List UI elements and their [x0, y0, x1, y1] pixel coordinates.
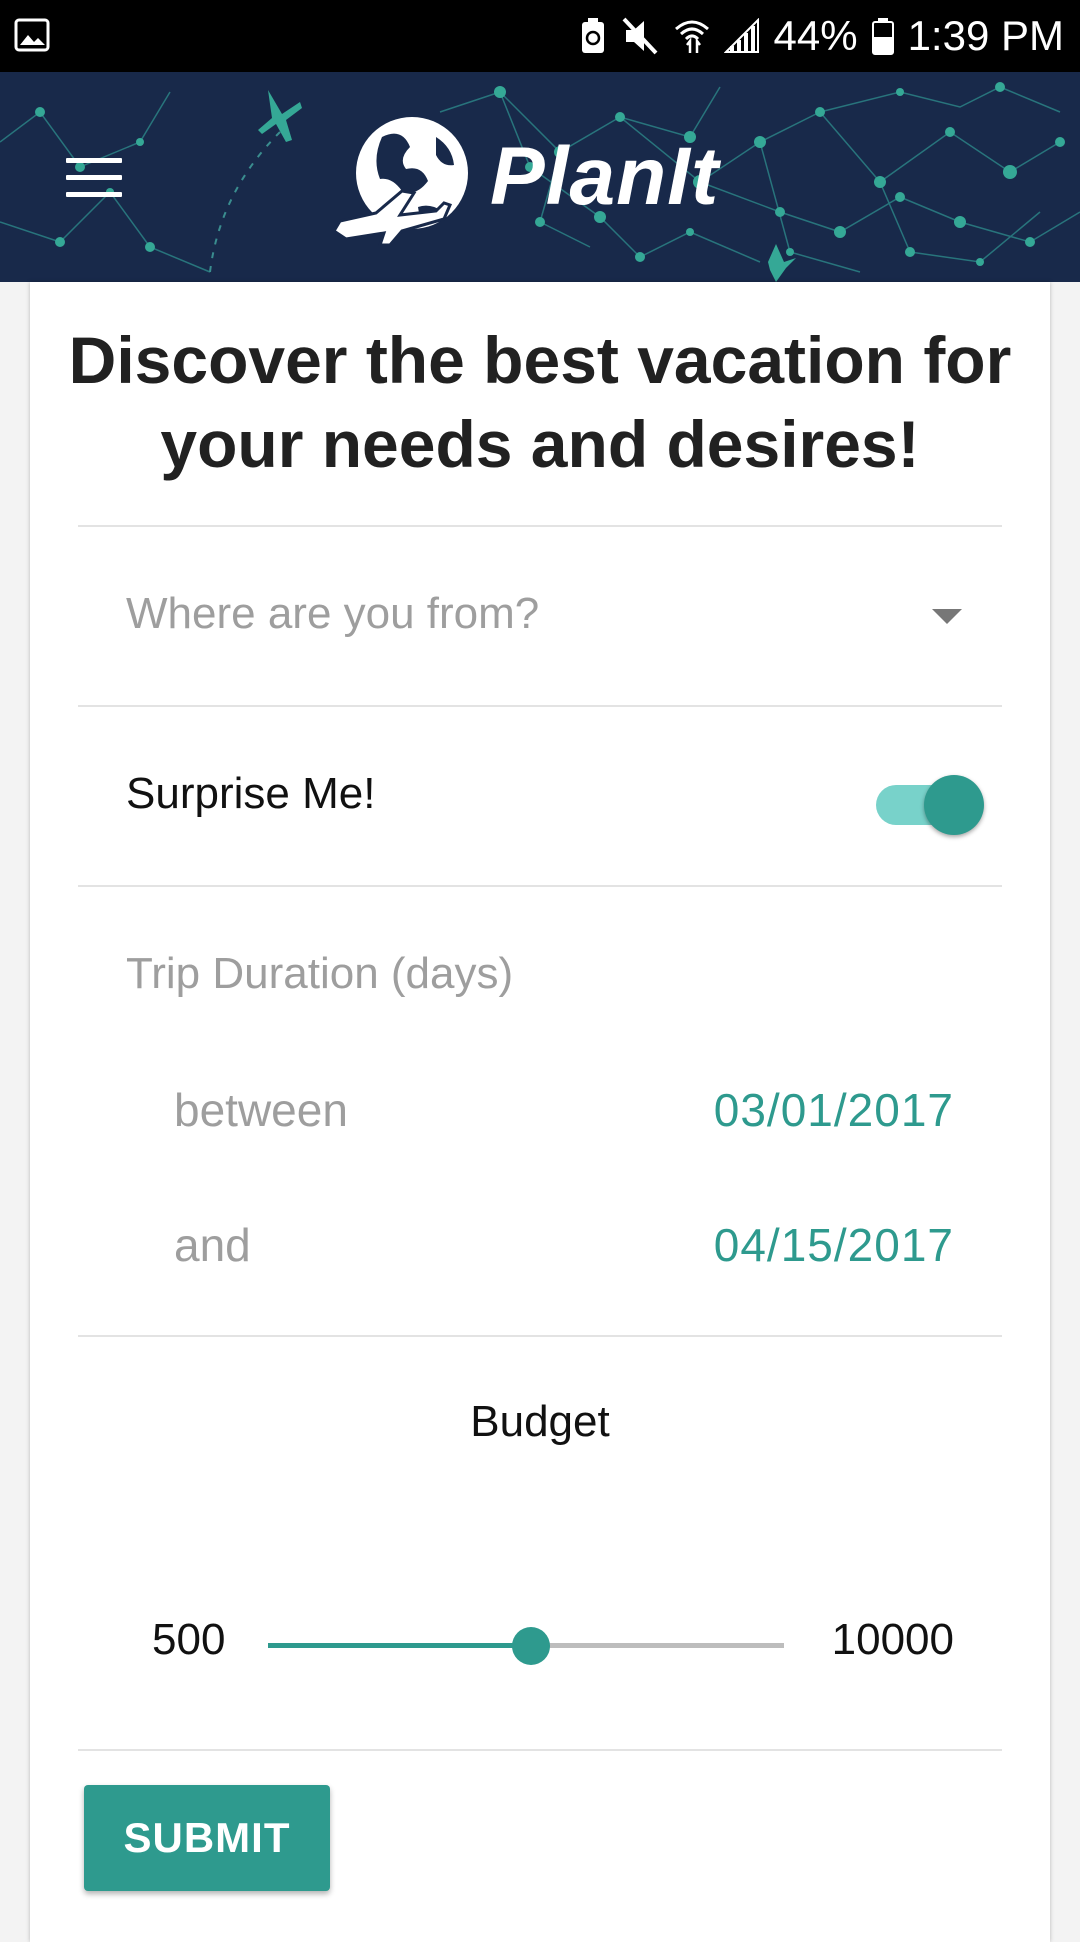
- and-label: and: [174, 1219, 251, 1271]
- slider-thumb[interactable]: [512, 1627, 550, 1665]
- globe-plane-icon: [332, 117, 468, 247]
- origin-select[interactable]: Where are you from?: [78, 527, 1002, 705]
- surprise-me-toggle[interactable]: [876, 771, 986, 835]
- budget-section: Budget 500 10000: [78, 1337, 1002, 1737]
- battery-saver-icon: [581, 18, 604, 53]
- battery-percent: 44%: [773, 12, 858, 59]
- menu-button[interactable]: [66, 158, 122, 198]
- end-date-field[interactable]: 04/15/2017: [714, 1218, 954, 1272]
- gallery-icon: [14, 18, 50, 52]
- trip-duration-label: Trip Duration (days): [126, 949, 514, 998]
- budget-min-value: 500: [152, 1615, 226, 1664]
- app-header: PlanIt: [0, 72, 1080, 282]
- slider-fill: [268, 1643, 531, 1648]
- submit-button[interactable]: SUBMIT: [84, 1785, 330, 1891]
- app-name: PlanIt: [490, 131, 720, 222]
- page-title: Discover the best vacation for your need…: [68, 323, 1012, 481]
- app-logo: PlanIt: [332, 102, 719, 252]
- between-label: between: [174, 1084, 348, 1136]
- origin-placeholder: Where are you from?: [126, 589, 540, 638]
- budget-label: Budget: [470, 1397, 610, 1446]
- surprise-me-label: Surprise Me!: [126, 769, 376, 818]
- trip-duration-section: Trip Duration (days) between 03/01/2017 …: [78, 887, 1002, 1317]
- chevron-down-icon: [932, 609, 962, 624]
- budget-slider[interactable]: [268, 1621, 784, 1671]
- start-date-field[interactable]: 03/01/2017: [714, 1083, 954, 1137]
- battery-icon: [871, 18, 894, 55]
- budget-max-value: 10000: [831, 1615, 954, 1664]
- divider: [78, 1749, 1002, 1751]
- wifi-icon: [674, 20, 709, 53]
- clock: 1:39 PM: [907, 12, 1064, 59]
- mute-icon: [622, 17, 657, 55]
- hamburger-menu-icon: [66, 158, 122, 163]
- signal-icon: [723, 18, 759, 53]
- surprise-me-row: Surprise Me!: [78, 707, 1002, 885]
- search-form-card: Discover the best vacation for your need…: [30, 282, 1050, 1942]
- status-bar: 44% 1:39 PM: [0, 0, 1080, 72]
